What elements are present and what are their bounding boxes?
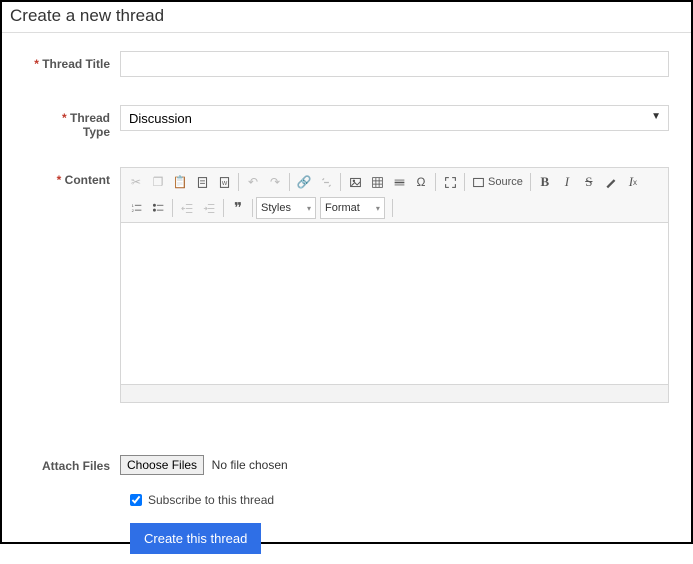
strike-icon[interactable]: S xyxy=(578,171,600,193)
blockquote-icon[interactable]: ❞ xyxy=(227,197,249,219)
svg-text:2: 2 xyxy=(131,207,134,212)
row-content: Content ✂ ❐ 📋 W ↶ ↷ 🔗 xyxy=(32,167,673,403)
label-attach: Attach Files xyxy=(32,453,120,475)
italic-icon[interactable]: I xyxy=(556,171,578,193)
styles-dropdown[interactable]: Styles▾ xyxy=(256,197,316,219)
paste-text-icon[interactable] xyxy=(191,171,213,193)
choose-files-button[interactable]: Choose Files xyxy=(120,455,204,475)
label-content: Content xyxy=(32,167,120,403)
row-thread-type: Thread Type Discussion ▼ xyxy=(32,105,673,139)
removeformat-icon[interactable]: Ix xyxy=(622,171,644,193)
subscribe-row[interactable]: Subscribe to this thread xyxy=(130,493,673,507)
table-icon[interactable] xyxy=(366,171,388,193)
subscribe-label: Subscribe to this thread xyxy=(148,493,274,507)
cut-icon: ✂ xyxy=(125,171,147,193)
page-title: Create a new thread xyxy=(2,2,691,33)
specialchar-icon[interactable]: Ω xyxy=(410,171,432,193)
copy-icon: ❐ xyxy=(147,171,169,193)
format-dropdown[interactable]: Format▾ xyxy=(320,197,385,219)
maximize-icon[interactable] xyxy=(439,171,461,193)
image-icon[interactable] xyxy=(344,171,366,193)
highlight-icon[interactable] xyxy=(600,171,622,193)
undo-icon: ↶ xyxy=(242,171,264,193)
svg-text:W: W xyxy=(221,180,227,186)
bold-icon[interactable]: B xyxy=(534,171,556,193)
create-thread-button[interactable]: Create this thread xyxy=(130,523,261,554)
create-thread-form: Create a new thread Thread Title Thread … xyxy=(0,0,693,544)
form-body: Thread Title Thread Type Discussion ▼ Co… xyxy=(2,33,691,564)
file-status-text: No file chosen xyxy=(212,458,288,472)
thread-type-select[interactable]: Discussion xyxy=(120,105,669,131)
editor-textarea[interactable] xyxy=(121,223,668,384)
numberedlist-icon[interactable]: 12 xyxy=(125,197,147,219)
unlink-icon xyxy=(315,171,337,193)
link-icon[interactable]: 🔗 xyxy=(293,171,315,193)
bulletlist-icon[interactable] xyxy=(147,197,169,219)
redo-icon: ↷ xyxy=(264,171,286,193)
label-thread-title: Thread Title xyxy=(32,51,120,77)
hr-icon[interactable] xyxy=(388,171,410,193)
indent-icon xyxy=(198,197,220,219)
editor-toolbar: ✂ ❐ 📋 W ↶ ↷ 🔗 xyxy=(121,168,668,223)
outdent-icon xyxy=(176,197,198,219)
subscribe-checkbox[interactable] xyxy=(130,494,142,506)
thread-title-input[interactable] xyxy=(120,51,669,77)
label-thread-type: Thread Type xyxy=(32,105,120,139)
row-attach: Attach Files Choose Files No file chosen xyxy=(32,453,673,475)
editor-statusbar xyxy=(121,384,668,402)
row-thread-title: Thread Title xyxy=(32,51,673,77)
richtext-editor: ✂ ❐ 📋 W ↶ ↷ 🔗 xyxy=(120,167,669,403)
paste-icon[interactable]: 📋 xyxy=(169,171,191,193)
paste-word-icon[interactable]: W xyxy=(213,171,235,193)
source-button[interactable]: Source xyxy=(468,171,527,193)
